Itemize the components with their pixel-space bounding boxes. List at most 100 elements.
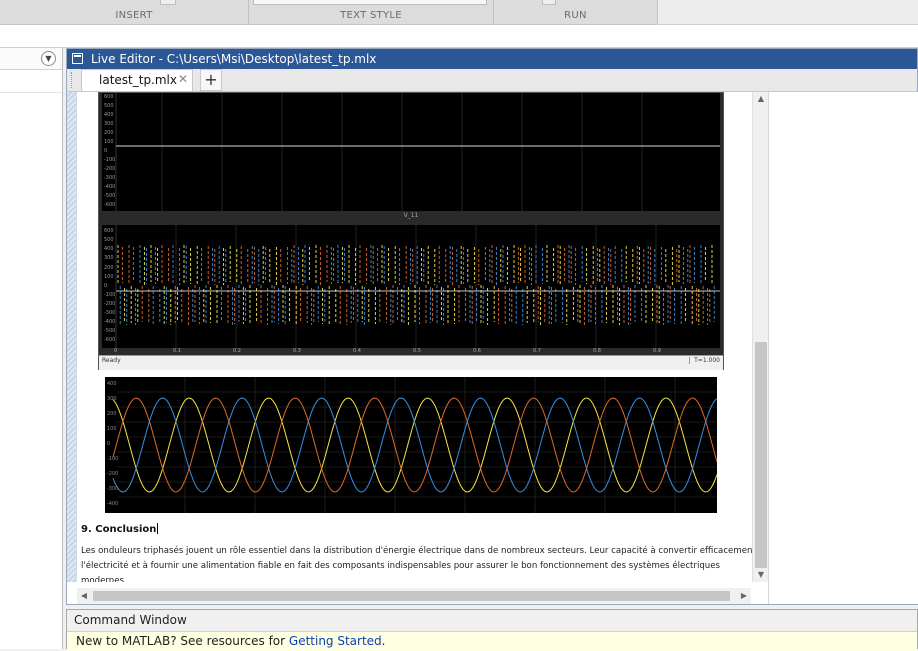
y-tick: -100: [107, 456, 119, 462]
y-tick: 400: [104, 112, 114, 118]
y-tick: -200: [107, 471, 119, 477]
x-tick: 0.7: [533, 348, 541, 354]
y-tick: 0: [104, 148, 108, 154]
y-tick: -200: [104, 166, 116, 172]
horizontal-scrollbar[interactable]: ◀ ▶: [77, 588, 751, 604]
scroll-left-icon[interactable]: ◀: [77, 588, 91, 604]
y-tick: 500: [104, 103, 114, 109]
y-tick: 500: [104, 237, 114, 243]
x-tick: 0.1: [173, 348, 181, 354]
ribbon: INSERT TEXT STYLE RUN: [0, 0, 918, 25]
pwm-waveform: [115, 225, 720, 348]
close-icon[interactable]: ✕: [178, 72, 188, 86]
y-tick: 0: [104, 283, 108, 289]
x-tick: 0.6: [473, 348, 481, 354]
section-heading[interactable]: 9. Conclusion: [81, 523, 159, 535]
command-window-title: Command Window: [67, 610, 917, 632]
y-tick: 400: [104, 246, 114, 252]
tab-bar: latest_tp.mlx ✕ +: [67, 69, 917, 92]
y-tick: 300: [107, 396, 117, 402]
current-folder-panel: ▼: [0, 48, 63, 649]
status-text: Ready: [102, 357, 121, 364]
x-tick: 0.9: [653, 348, 661, 354]
y-tick: -300: [107, 486, 119, 492]
top-axes-grid: [115, 93, 720, 211]
conclusion-paragraph[interactable]: Les onduleurs triphasés jouent un rôle e…: [81, 544, 763, 582]
x-tick: 0: [114, 348, 118, 354]
tab-latest-tp[interactable]: latest_tp.mlx ✕: [81, 69, 193, 91]
scroll-up-icon[interactable]: ▲: [753, 92, 769, 106]
ribbon-section-label: INSERT: [115, 10, 153, 21]
tab-label: latest_tp.mlx: [99, 73, 177, 87]
y-tick: -200: [104, 301, 116, 307]
y-tick: -300: [104, 310, 116, 316]
x-tick: 0.3: [293, 348, 301, 354]
message-suffix: .: [381, 634, 386, 648]
y-tick: -400: [107, 501, 119, 507]
phase-a-trace: [112, 397, 718, 493]
vertical-scroll-thumb[interactable]: [755, 342, 767, 568]
y-tick: -300: [104, 175, 116, 181]
y-tick: -400: [104, 319, 116, 325]
scope-status-bar: Ready T=1.000: [99, 355, 723, 370]
three-phase-waveform: [112, 377, 718, 513]
y-tick: -400: [104, 184, 116, 190]
output-pane: [768, 92, 918, 604]
y-tick: -600: [104, 337, 116, 343]
x-tick: 0.5: [413, 348, 421, 354]
y-tick: 0: [107, 441, 111, 447]
address-bar[interactable]: [0, 25, 918, 48]
x-tick: 0.8: [593, 348, 601, 354]
command-window-message: New to MATLAB? See resources for Getting…: [67, 632, 917, 651]
editor-title-bar: Live Editor - C:\Users\Msi\Desktop\lates…: [67, 49, 917, 69]
panel-menu-icon[interactable]: ▼: [41, 51, 56, 66]
y-tick: 100: [107, 426, 117, 432]
scope-figure: 600 500 400 300 200 100 0 -100 -200 -300…: [98, 92, 724, 370]
live-script-content[interactable]: 600 500 400 300 200 100 0 -100 -200 -300…: [67, 92, 767, 582]
panel-header: ▼: [0, 48, 62, 70]
x-tick: 0.4: [353, 348, 361, 354]
x-tick: 0.2: [233, 348, 241, 354]
y-tick: 200: [104, 265, 114, 271]
getting-started-link[interactable]: Getting Started: [289, 634, 382, 648]
ribbon-section-insert[interactable]: INSERT: [20, 0, 249, 24]
section-heading-text: 9. Conclusion: [81, 524, 157, 535]
editor-title: Live Editor - C:\Users\Msi\Desktop\lates…: [91, 52, 377, 66]
run-control[interactable]: [542, 0, 556, 5]
y-tick: -100: [104, 157, 116, 163]
y-tick: 300: [104, 255, 114, 261]
ribbon-toolstrip: INSERT TEXT STYLE RUN: [0, 0, 658, 25]
scope-top-axes: 600 500 400 300 200 100 0 -100 -200 -300…: [102, 93, 720, 211]
y-tick: 600: [104, 228, 114, 234]
phase-c-trace: [112, 397, 718, 493]
insert-control[interactable]: [160, 0, 176, 5]
scroll-down-icon[interactable]: ▼: [753, 568, 769, 582]
ribbon-section-text-style[interactable]: TEXT STYLE: [249, 0, 494, 24]
style-dropdown[interactable]: [253, 0, 487, 5]
horizontal-scroll-thumb[interactable]: [93, 591, 730, 601]
ribbon-empty-area: [658, 0, 918, 25]
panel-row[interactable]: [0, 70, 62, 93]
y-tick: -100: [104, 292, 116, 298]
live-editor-window: Live Editor - C:\Users\Msi\Desktop\lates…: [66, 48, 918, 605]
y-tick: 200: [104, 130, 114, 136]
y-tick: -500: [104, 193, 116, 199]
status-time: T=1.000: [689, 357, 720, 364]
scroll-right-icon[interactable]: ▶: [737, 588, 751, 604]
add-tab-button[interactable]: +: [200, 69, 222, 91]
section-gutter[interactable]: [67, 92, 77, 582]
three-phase-figure: 400 300 200 100 0 -100 -200 -300 -400: [105, 377, 718, 513]
command-window[interactable]: Command Window New to MATLAB? See resour…: [66, 609, 918, 651]
phase-b-trace: [112, 397, 718, 493]
drag-grip-icon[interactable]: [71, 72, 74, 88]
y-tick: 100: [104, 139, 114, 145]
vertical-scrollbar[interactable]: ▲ ▼: [752, 92, 769, 582]
y-tick: -500: [104, 328, 116, 334]
y-tick: 600: [104, 94, 114, 100]
live-editor-icon: [72, 53, 83, 64]
ribbon-section-label: RUN: [564, 10, 587, 21]
text-cursor: [157, 523, 159, 534]
ribbon-section-label: TEXT STYLE: [340, 10, 402, 21]
y-tick: 200: [107, 411, 117, 417]
ribbon-section-run[interactable]: RUN: [494, 0, 658, 24]
